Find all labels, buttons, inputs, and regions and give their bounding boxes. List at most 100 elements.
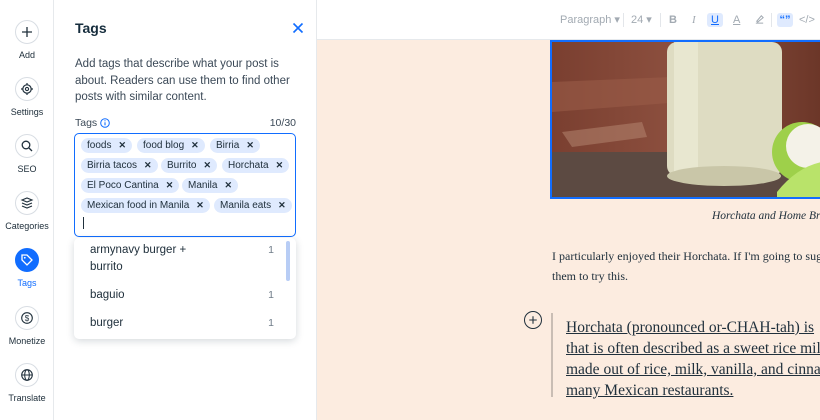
remove-tag-icon[interactable]: ✕ — [278, 198, 286, 213]
dollar-icon: $ — [15, 306, 39, 330]
quote-line: made out of rice, milk, vanilla, and cin… — [566, 361, 820, 378]
paragraph-line: I particularly enjoyed their Horchata. I… — [552, 249, 820, 263]
text-color-button[interactable]: A — [733, 13, 740, 27]
blog-editor-app: Add Settings SEO Categories Tags $ Monet… — [0, 0, 820, 420]
suggestion-label: burger — [90, 317, 124, 329]
suggestion-item[interactable]: armynavy burger + burrito 1 — [90, 242, 274, 275]
tag-chip: food blog ✕ — [137, 138, 205, 153]
rail-add[interactable]: Add — [0, 20, 54, 60]
rail-label-monetize: Monetize — [8, 336, 46, 346]
rail-label-tags: Tags — [17, 278, 37, 288]
remove-tag-icon[interactable]: ✕ — [144, 158, 152, 173]
toolbar-divider — [660, 13, 661, 27]
categories-icon — [15, 191, 39, 215]
formatting-toolbar: Paragraph ▾ 24 ▾ B I U A “” </> — [317, 0, 820, 40]
tag-chip: Manila ✕ — [182, 178, 239, 193]
panel-description: Add tags that describe what your post is… — [75, 58, 290, 103]
text-caret — [83, 217, 84, 229]
rail-label-add: Add — [18, 50, 35, 60]
tag-chip-label: Manila eats — [220, 200, 272, 211]
suggestion-count: 1 — [268, 317, 274, 329]
tag-chip-label: Birria — [216, 140, 240, 151]
info-icon[interactable] — [100, 118, 110, 128]
tag-chip: El Poco Cantina ✕ — [81, 178, 180, 193]
tag-chip: Birria tacos ✕ — [81, 158, 158, 173]
post-image[interactable] — [550, 40, 820, 199]
gear-icon — [15, 77, 39, 101]
paragraph-line: them to try this. — [552, 269, 628, 283]
rail-label-translate: Translate — [8, 393, 46, 403]
suggestion-item[interactable]: burger 1 — [90, 315, 274, 332]
tag-chip: foods ✕ — [81, 138, 133, 153]
svg-text:$: $ — [25, 314, 30, 323]
underline-button[interactable]: U — [707, 13, 723, 27]
rail-label-categories: Categories — [5, 221, 49, 231]
tags-input[interactable]: foods ✕ food blog ✕ Birria ✕ Birria taco… — [74, 133, 296, 237]
blockquote[interactable]: Horchata (pronounced or-CHAH-tah) is tha… — [566, 317, 820, 401]
tag-chip-label: Birria tacos — [87, 160, 138, 171]
tags-panel: Tags Add tags that describe what your po… — [54, 0, 317, 420]
remove-tag-icon[interactable]: ✕ — [118, 138, 126, 153]
tags-field-label: Tags — [75, 117, 110, 129]
tag-chip-label: food blog — [143, 140, 185, 151]
search-icon — [15, 134, 39, 158]
tag-chip-label: Burrito — [167, 160, 197, 171]
close-icon[interactable] — [290, 20, 306, 36]
rail-monetize[interactable]: $ Monetize — [0, 306, 54, 346]
tag-suggestions-dropdown: armynavy burger + burrito 1 baguio 1 bur… — [74, 238, 296, 339]
rail-categories[interactable]: Categories — [0, 191, 54, 231]
remove-tag-icon[interactable]: ✕ — [276, 158, 284, 173]
tag-chip-label: Manila — [188, 180, 218, 191]
remove-tag-icon[interactable]: ✕ — [224, 178, 232, 193]
suggestion-item[interactable]: baguio 1 — [90, 287, 274, 304]
remove-tag-icon[interactable]: ✕ — [196, 198, 204, 213]
panel-title: Tags — [75, 20, 107, 36]
tag-chip: Burrito ✕ — [161, 158, 217, 173]
tags-label-text: Tags — [75, 117, 98, 129]
tag-chip: Birria ✕ — [210, 138, 260, 153]
quote-button[interactable]: “” — [777, 13, 793, 27]
paragraph-style-value: Paragraph — [560, 14, 612, 26]
quote-line: many Mexican restaurants. — [566, 382, 734, 399]
tags-counter: 10/30 — [269, 117, 296, 129]
plus-icon — [15, 20, 39, 44]
paragraph[interactable]: I particularly enjoyed their Horchata. I… — [552, 246, 820, 286]
rail-tags[interactable]: Tags — [0, 248, 54, 288]
chevron-down-icon: ▾ — [643, 14, 652, 26]
tag-chip: Mexican food in Manila ✕ — [81, 198, 210, 213]
post-editor: Paragraph ▾ 24 ▾ B I U A “” </> Horchata… — [317, 0, 820, 420]
rail-seo[interactable]: SEO — [0, 134, 54, 174]
highlight-icon[interactable] — [754, 13, 765, 27]
remove-tag-icon[interactable]: ✕ — [166, 178, 174, 193]
font-size-select[interactable]: 24 ▾ — [631, 13, 652, 27]
tag-chip-label: El Poco Cantina — [87, 180, 159, 191]
remove-tag-icon[interactable]: ✕ — [203, 158, 211, 173]
italic-button[interactable]: I — [692, 13, 696, 27]
suggestion-count: 1 — [268, 289, 274, 301]
globe-icon — [15, 363, 39, 387]
chevron-down-icon: ▾ — [611, 14, 620, 26]
rail-translate[interactable]: Translate — [0, 363, 54, 403]
remove-tag-icon[interactable]: ✕ — [191, 138, 199, 153]
tag-chip: Horchata ✕ — [222, 158, 290, 173]
rail-settings[interactable]: Settings — [0, 77, 54, 117]
rail-label-settings: Settings — [10, 107, 44, 117]
code-button[interactable]: </> — [799, 13, 815, 27]
toolbar-divider — [623, 13, 624, 27]
quote-border — [551, 313, 553, 397]
tag-chip-label: Horchata — [228, 160, 269, 171]
tag-chip-label: foods — [87, 140, 112, 151]
dropdown-scrollbar[interactable] — [286, 241, 290, 281]
toolbar-divider — [771, 13, 772, 27]
quote-line: that is often described as a sweet rice … — [566, 340, 820, 357]
add-block-button[interactable] — [524, 311, 542, 329]
tag-chip-label: Mexican food in Manila — [87, 200, 190, 211]
left-rail: Add Settings SEO Categories Tags $ Monet… — [0, 0, 54, 420]
tag-icon — [15, 248, 39, 272]
paragraph-style-select[interactable]: Paragraph ▾ — [560, 13, 620, 27]
remove-tag-icon[interactable]: ✕ — [246, 138, 254, 153]
suggestion-count: 1 — [268, 244, 274, 256]
bold-button[interactable]: B — [669, 13, 677, 27]
image-caption[interactable]: Horchata and Home Brewed — [712, 210, 820, 222]
font-size-value: 24 — [631, 14, 644, 26]
